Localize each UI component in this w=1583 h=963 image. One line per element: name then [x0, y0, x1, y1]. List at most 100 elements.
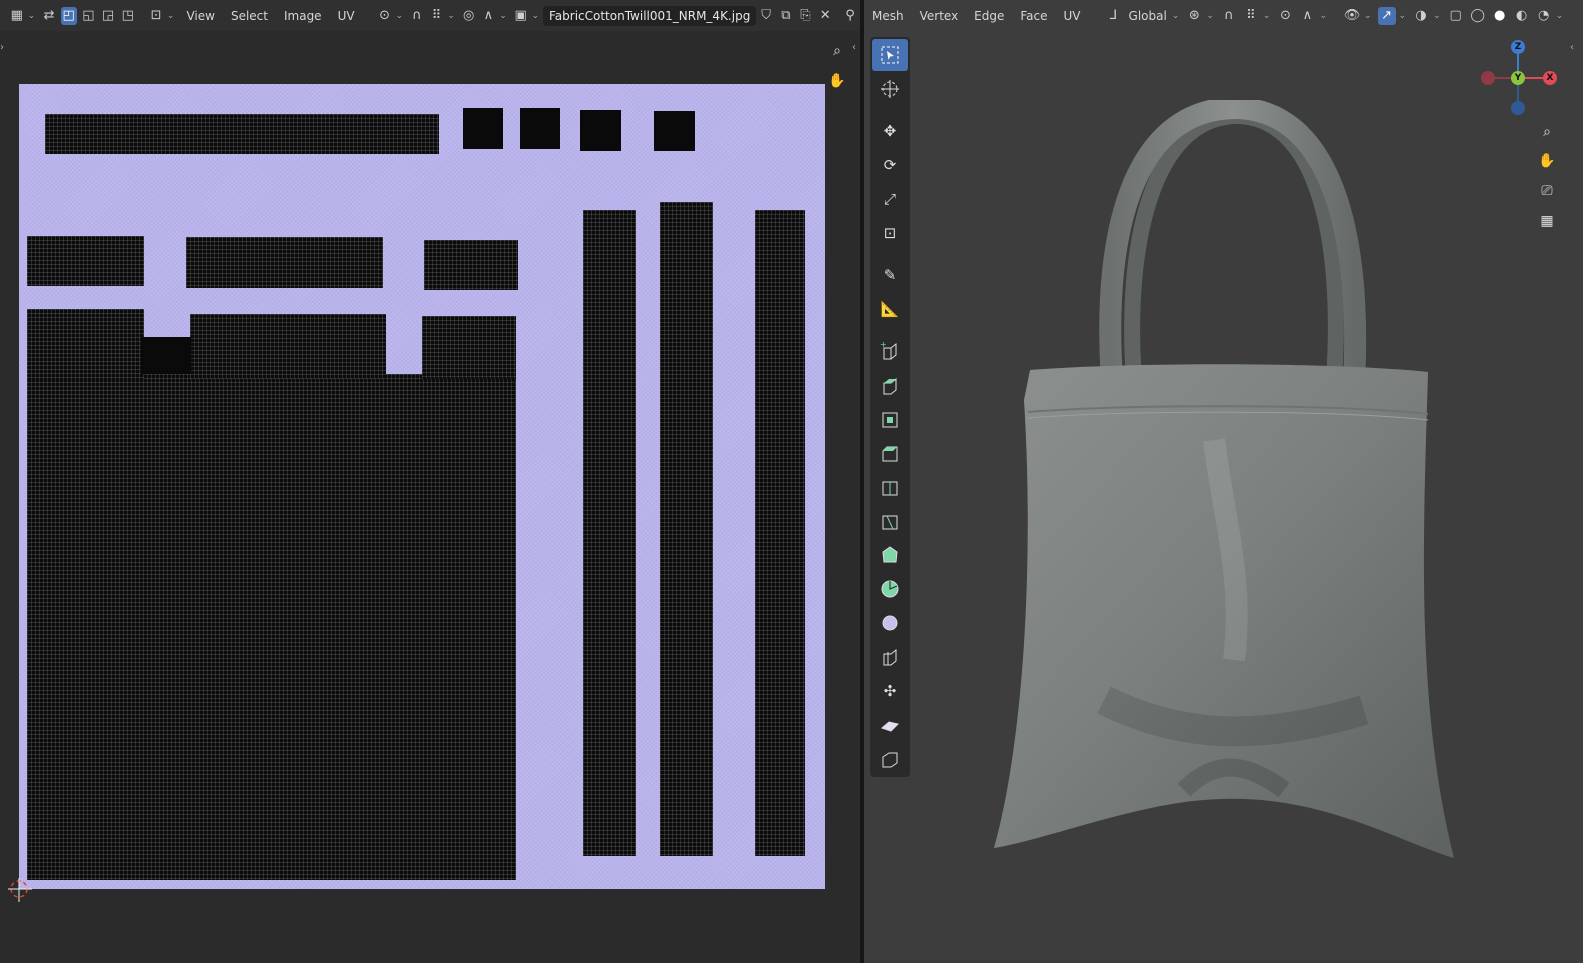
image-name-field[interactable]: FabricCottonTwill001_NRM_4K.jpg: [542, 5, 757, 26]
wireframe-shading-icon[interactable]: ◯: [1469, 7, 1487, 25]
visibility-icon[interactable]: 👁: [1343, 7, 1361, 25]
sync-selection-icon[interactable]: ⇄: [41, 7, 57, 25]
unlink-icon[interactable]: ✕: [817, 7, 833, 25]
gizmo-neg-x-axis[interactable]: [1481, 71, 1495, 85]
menu-view[interactable]: View: [178, 9, 222, 23]
viewport-header: Mesh Vertex Edge Face UV ⅃ Global ⌄ ⊛ ⌄ ∩ …: [864, 0, 1583, 31]
hand-pan-icon[interactable]: ✋: [826, 70, 848, 92]
extrude-icon[interactable]: [872, 369, 908, 401]
shear-icon[interactable]: [872, 709, 908, 741]
uv-island[interactable]: [463, 108, 503, 149]
knife-icon[interactable]: [872, 505, 908, 537]
uv-island[interactable]: [190, 314, 386, 379]
select-box-icon[interactable]: [872, 39, 908, 71]
uv-island[interactable]: [27, 236, 144, 286]
uv-island[interactable]: [424, 240, 518, 290]
menu-uv[interactable]: UV: [1056, 9, 1089, 23]
fake-user-icon[interactable]: ⛉: [758, 7, 774, 25]
2d-cursor-icon[interactable]: [8, 878, 32, 902]
solid-shading-icon[interactable]: ●: [1491, 7, 1509, 25]
snap-grid-icon[interactable]: ⠿: [1242, 7, 1260, 25]
uv-island-strip[interactable]: [583, 210, 636, 856]
open-image-icon[interactable]: ⎘: [798, 7, 814, 25]
pivot-icon[interactable]: ⊛: [1185, 7, 1203, 25]
uv-island-strip[interactable]: [660, 202, 713, 856]
smooth-icon[interactable]: [872, 607, 908, 639]
transform-orientation-dropdown[interactable]: Global: [1125, 9, 1171, 23]
editor-type-icon[interactable]: ▦: [9, 7, 25, 25]
snap-grid-icon[interactable]: ⠿: [429, 7, 445, 25]
uv-island[interactable]: [520, 108, 560, 149]
uv-editor[interactable]: ▦ ⌄ ⇄ ◰ ◱ ◲ ◳ ⊡ ⌄ View Select Image UV ⊙ ⌄ …: [0, 0, 860, 963]
rendered-shading-icon[interactable]: ◔: [1535, 7, 1553, 25]
pin-icon[interactable]: ⚲: [842, 7, 858, 25]
snap-icon[interactable]: ∩: [409, 7, 425, 25]
menu-vertex[interactable]: Vertex: [912, 9, 967, 23]
menu-select[interactable]: Select: [223, 9, 276, 23]
collapse-toggle-icon[interactable]: ‹: [852, 42, 856, 53]
bevel-icon[interactable]: [872, 437, 908, 469]
image-browse-icon[interactable]: ▣: [513, 7, 529, 25]
scale-icon[interactable]: ⤢: [872, 183, 908, 215]
face-select-icon[interactable]: ◲: [100, 7, 116, 25]
zoom-icon[interactable]: ⌕: [826, 40, 848, 62]
falloff-icon[interactable]: ∧: [481, 7, 497, 25]
collapse-toggle-icon[interactable]: ‹: [1570, 42, 1574, 53]
tote-bag-mesh[interactable]: [984, 100, 1464, 870]
gizmo-y-axis[interactable]: Y: [1511, 71, 1525, 85]
island-select-icon[interactable]: ◳: [120, 7, 136, 25]
uv-texture-image[interactable]: [19, 84, 825, 889]
proportional-edit-icon[interactable]: ⊙: [1276, 7, 1294, 25]
rotate-icon[interactable]: ⟳: [872, 149, 908, 181]
proportional-edit-icon[interactable]: ◎: [461, 7, 477, 25]
gizmo-icon[interactable]: ↗: [1377, 6, 1396, 25]
edge-select-icon[interactable]: ◱: [81, 7, 97, 25]
sidebar-toggle-icon[interactable]: ›: [0, 42, 4, 53]
gizmo-x-axis[interactable]: X: [1543, 71, 1557, 85]
menu-mesh[interactable]: Mesh: [864, 9, 912, 23]
overlays-icon[interactable]: ◑: [1412, 7, 1430, 25]
inset-icon[interactable]: [872, 403, 908, 435]
uv-island-strip[interactable]: [755, 210, 805, 856]
rip-icon[interactable]: [872, 743, 908, 775]
svg-text:+: +: [880, 340, 887, 349]
cursor-icon[interactable]: [872, 73, 908, 105]
add-cube-icon[interactable]: +: [872, 335, 908, 367]
xray-icon[interactable]: ▢: [1447, 7, 1465, 25]
menu-uv[interactable]: UV: [330, 9, 363, 23]
hand-pan-icon[interactable]: ✋: [1536, 150, 1558, 172]
sticky-selection-icon[interactable]: ⊡: [148, 7, 164, 25]
vertex-select-icon[interactable]: ◰: [60, 6, 77, 25]
grid-icon[interactable]: ▦: [1536, 210, 1558, 232]
uv-island[interactable]: [422, 316, 516, 379]
snap-icon[interactable]: ∩: [1220, 7, 1238, 25]
menu-face[interactable]: Face: [1012, 9, 1055, 23]
falloff-icon[interactable]: ∧: [1298, 7, 1316, 25]
menu-image[interactable]: Image: [276, 9, 330, 23]
uv-island[interactable]: [580, 110, 621, 151]
uv-island[interactable]: [186, 237, 383, 288]
annotate-icon[interactable]: ✎: [872, 259, 908, 291]
zoom-icon[interactable]: ⌕: [1536, 121, 1558, 143]
transform-icon[interactable]: ⊡: [872, 217, 908, 249]
new-image-icon[interactable]: ⧉: [778, 7, 794, 25]
menu-edge[interactable]: Edge: [966, 9, 1012, 23]
shrink-fatten-icon[interactable]: ✣: [872, 675, 908, 707]
spin-icon[interactable]: [872, 573, 908, 605]
gizmo-z-axis[interactable]: Z: [1511, 40, 1525, 54]
uv-island[interactable]: [45, 114, 439, 154]
measure-icon[interactable]: 📐: [872, 293, 908, 325]
uv-island[interactable]: [27, 309, 144, 379]
loop-cut-icon[interactable]: [872, 471, 908, 503]
poly-build-icon[interactable]: [872, 539, 908, 571]
material-shading-icon[interactable]: ◐: [1513, 7, 1531, 25]
edge-slide-icon[interactable]: [872, 641, 908, 673]
gizmo-neg-z-axis[interactable]: [1511, 101, 1525, 115]
uv-island[interactable]: [141, 337, 191, 374]
camera-icon[interactable]: ⎚: [1536, 180, 1558, 202]
uv-island-main[interactable]: [27, 374, 516, 880]
3d-viewport[interactable]: Mesh Vertex Edge Face UV ⅃ Global ⌄ ⊛ ⌄ ∩ …: [864, 0, 1583, 963]
move-icon[interactable]: ✥: [872, 115, 908, 147]
uv-island[interactable]: [654, 111, 695, 151]
pivot-icon[interactable]: ⊙: [377, 7, 393, 25]
